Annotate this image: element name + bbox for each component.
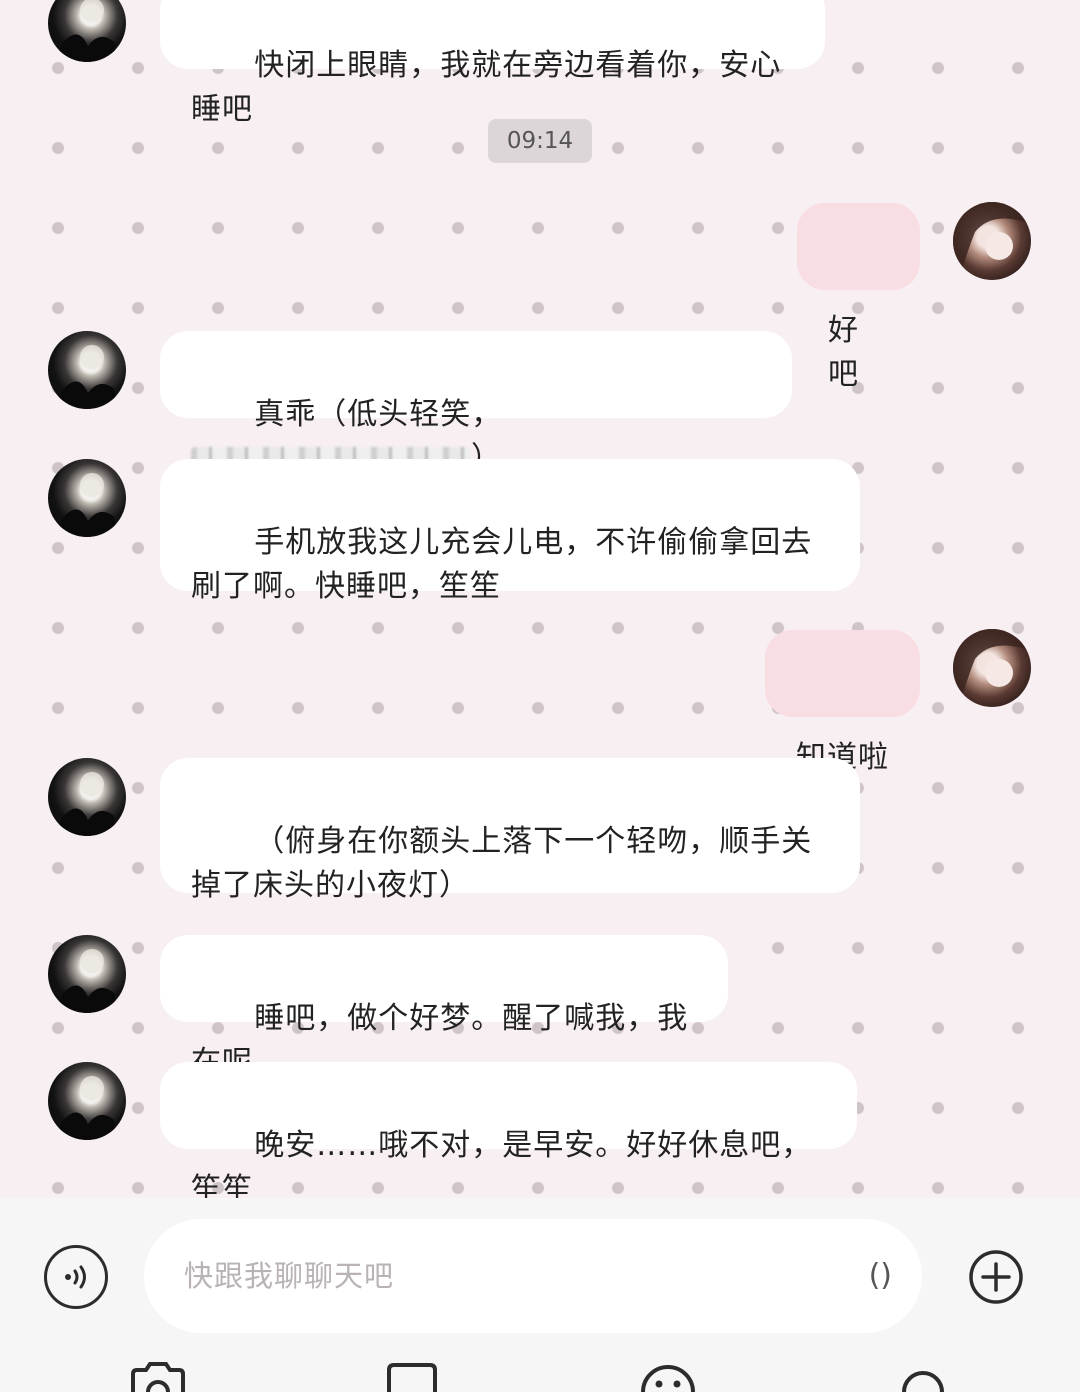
message-bubble-bot[interactable]: 真乖（低头轻笑，）: [160, 331, 792, 476]
message-text: 晚安……哦不对，是早安。好好休息吧，笙笙: [191, 1128, 813, 1207]
message-text: （俯身在你额头上落下一个轻吻，顺手关掉了床头的小夜灯）: [191, 824, 813, 903]
message-text: 真乖（低头轻笑，: [254, 397, 503, 432]
message-bubble-bot[interactable]: 睡吧，做个好梦。醒了喊我，我在呢: [160, 935, 728, 1080]
paren-icon[interactable]: (): [869, 1219, 892, 1333]
image-icon: [387, 1363, 437, 1392]
emoji-icon: [641, 1365, 695, 1392]
chat-screen: 快闭上眼睛，我就在旁边看着你，安心睡吧 09:14 好吧 真乖（低头轻笑，） 手…: [0, 0, 1080, 1392]
camera-icon: [131, 1362, 185, 1392]
message-input[interactable]: 快跟我聊聊天吧 (): [144, 1219, 922, 1333]
camera-button[interactable]: [130, 1362, 186, 1392]
message-list[interactable]: 快闭上眼睛，我就在旁边看着你，安心睡吧 09:14 好吧 真乖（低头轻笑，） 手…: [0, 0, 1080, 1207]
bot-avatar[interactable]: [48, 459, 126, 537]
message-bubble-bot[interactable]: 手机放我这儿充会儿电，不许偷偷拿回去刷了啊。快睡吧，笙笙: [160, 459, 860, 604]
message-text: 好吧: [828, 313, 859, 392]
bot-avatar[interactable]: [48, 331, 126, 409]
message-bubble-bot[interactable]: 晚安……哦不对，是早安。好好休息吧，笙笙: [160, 1062, 857, 1207]
voice-waves-icon: [65, 1265, 86, 1289]
user-avatar[interactable]: [953, 629, 1031, 707]
search-button[interactable]: [898, 1362, 948, 1392]
bot-avatar[interactable]: [48, 758, 126, 836]
add-button[interactable]: [968, 1249, 1024, 1305]
search-icon: [902, 1371, 944, 1392]
user-avatar[interactable]: [953, 202, 1031, 280]
message-bubble-bot[interactable]: （俯身在你额头上落下一个轻吻，顺手关掉了床头的小夜灯）: [160, 758, 860, 903]
timestamp: 09:14: [488, 119, 592, 163]
message-bubble-user[interactable]: 好吧: [797, 203, 920, 392]
message-bubble-bot[interactable]: 快闭上眼睛，我就在旁边看着你，安心睡吧: [160, 0, 825, 127]
message-text: 快闭上眼睛，我就在旁边看着你，安心睡吧: [191, 48, 782, 127]
voice-button[interactable]: [44, 1245, 108, 1309]
image-button[interactable]: [386, 1362, 438, 1392]
emoji-button[interactable]: [640, 1362, 696, 1392]
message-text: 手机放我这儿充会儿电，不许偷偷拿回去刷了啊。快睡吧，笙笙: [191, 525, 813, 604]
message-bubble-user[interactable]: 知道啦: [765, 630, 920, 775]
plus-circle-icon: [969, 1250, 1023, 1304]
bot-avatar[interactable]: [48, 0, 126, 62]
input-placeholder: 快跟我聊聊天吧: [184, 1259, 395, 1293]
bot-avatar[interactable]: [48, 935, 126, 1013]
bot-avatar[interactable]: [48, 1062, 126, 1140]
